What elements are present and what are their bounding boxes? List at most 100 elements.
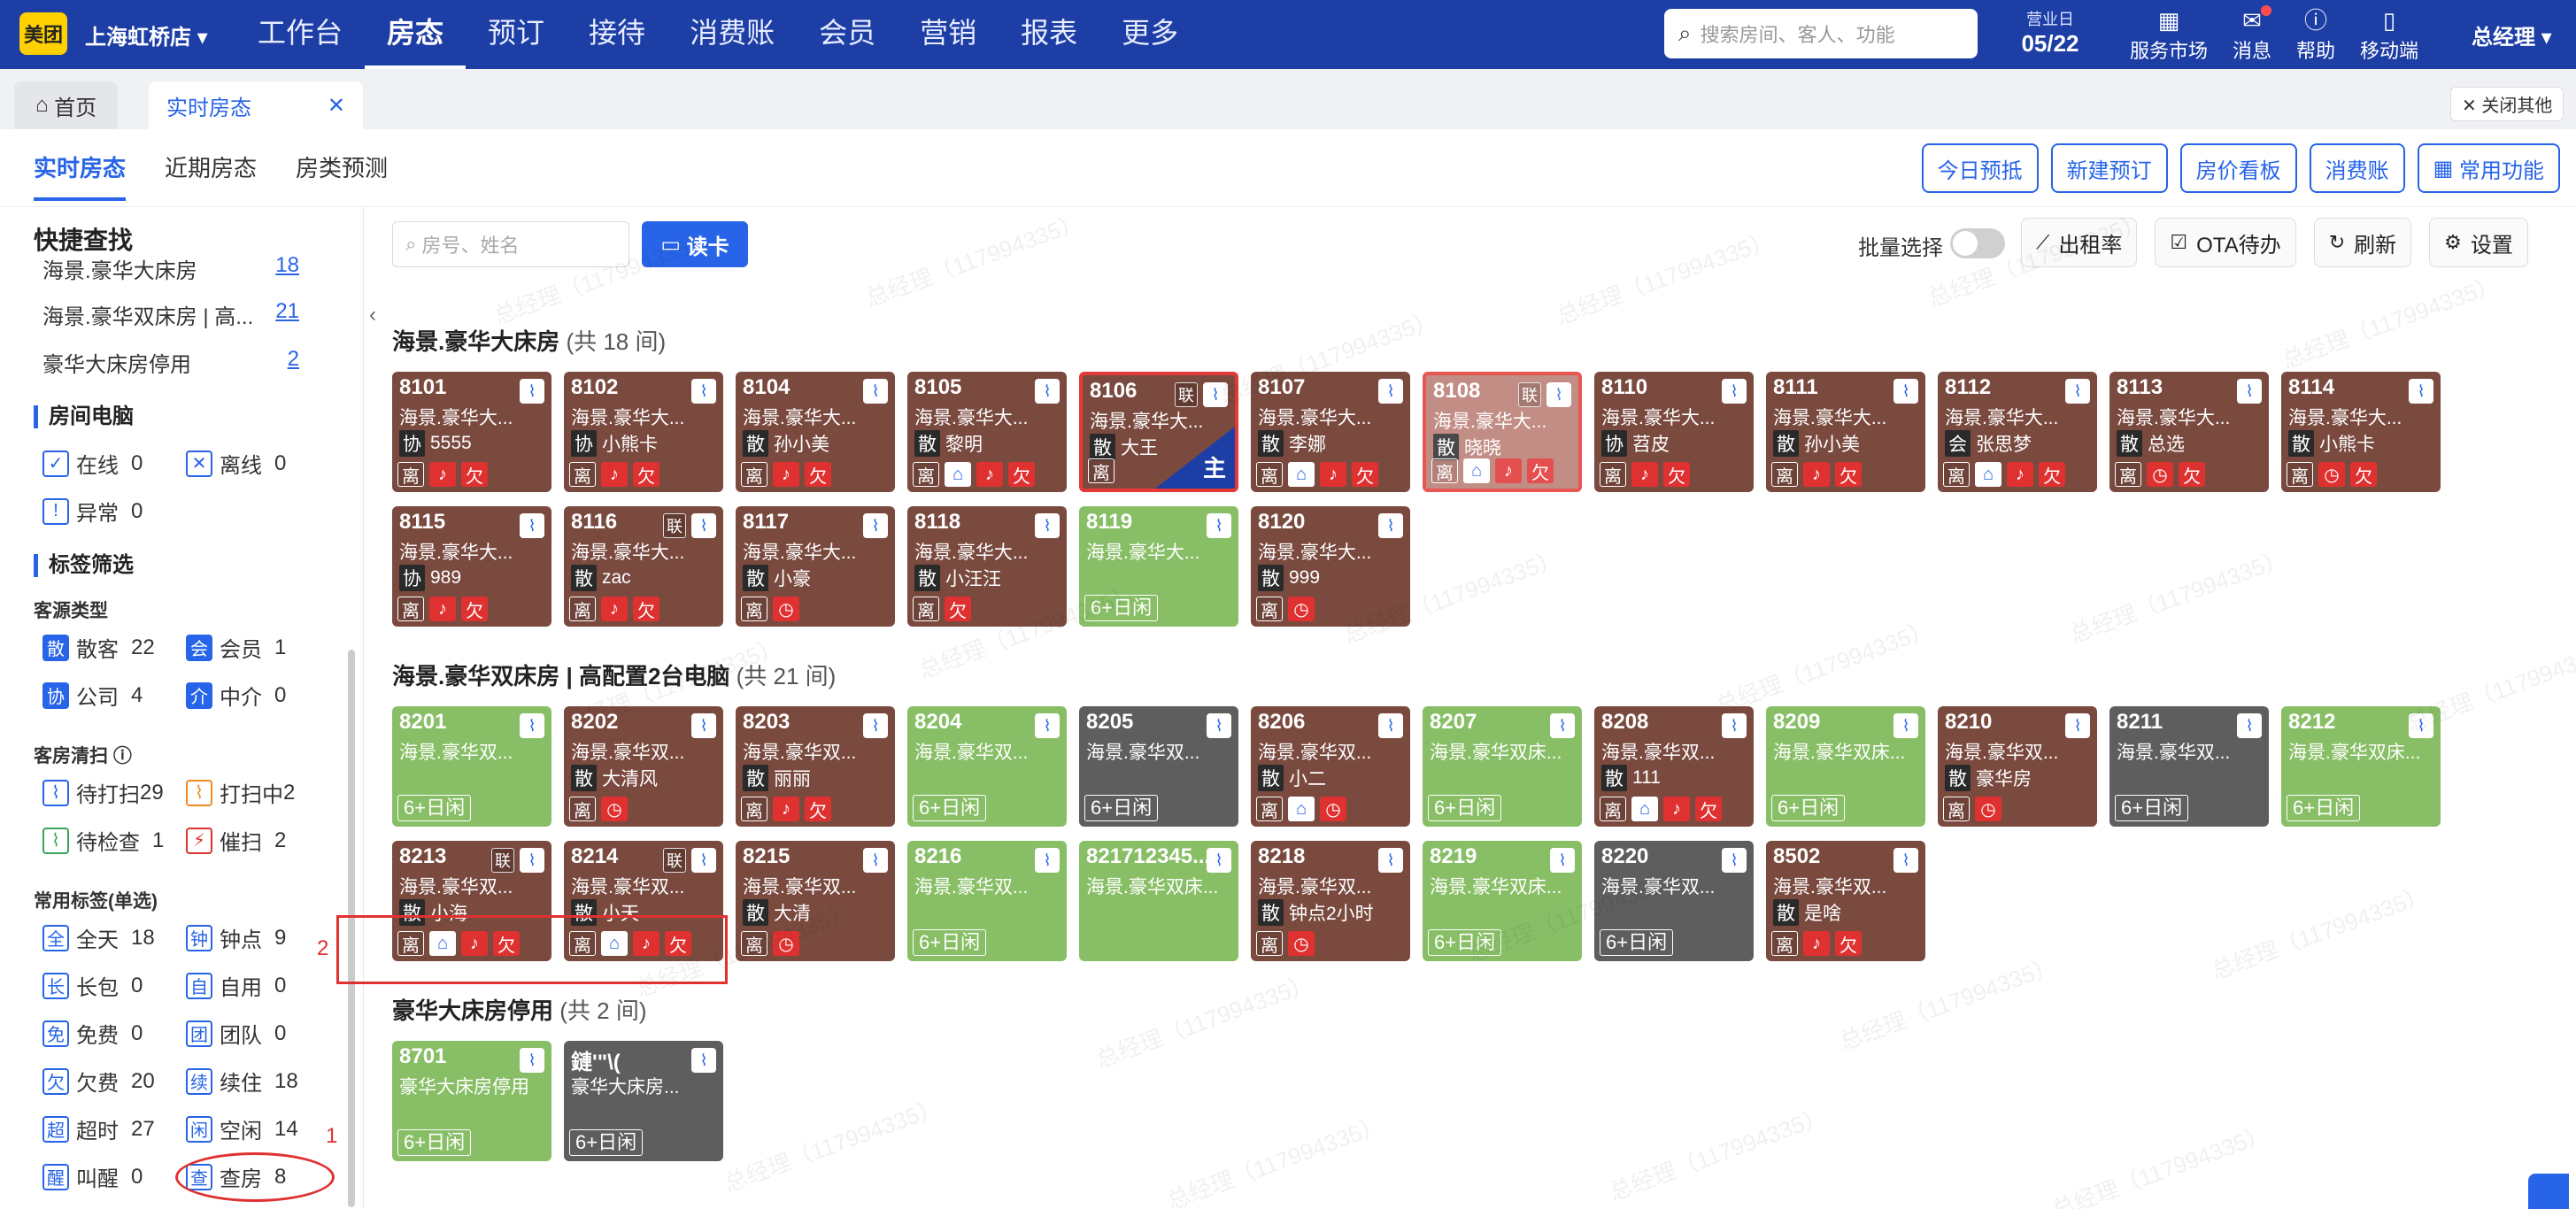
room-card[interactable]: 8216 海景.豪华双... ⌇ 6+日闲 (907, 841, 1067, 961)
nav-room-status[interactable]: 房态 (365, 0, 467, 69)
room-card[interactable]: 8208 海景.豪华双... ⌇ 散 111 离 ⌂ ♪ 欠 (1594, 706, 1754, 827)
quick-item[interactable]: 豪华大床房停用 2 (42, 347, 299, 378)
room-card[interactable]: 8108 海景.豪华大... ⌇ 联散晓晓离 ⌂ ♪ 欠 (1423, 372, 1582, 492)
common-tag[interactable]: 续续住 18 (186, 1066, 298, 1097)
room-card[interactable]: 8101 海景.豪华大... ⌇ 协 5555 离 ♪ 欠 (392, 372, 551, 492)
chat-support-button[interactable] (2528, 1174, 2569, 1209)
room-card[interactable]: 8113 海景.豪华大... ⌇ 散总选离 ◷ 欠 (2109, 372, 2269, 492)
room-card[interactable]: 8107 海景.豪华大... ⌇ 散李娜离 ⌂ ♪ 欠 (1251, 372, 1410, 492)
close-others-button[interactable]: ✕ 关闭其他 (2450, 87, 2564, 121)
user-menu[interactable]: 总经理 ▾ (2472, 19, 2552, 50)
room-card[interactable]: 主 8106 海景.豪华大... ⌇ 联散大王离 (1079, 372, 1238, 492)
common-tag[interactable]: 长长包 0 (42, 970, 143, 1001)
common-tag[interactable]: 团团队 0 (186, 1018, 286, 1049)
pc-abnormal[interactable]: ! 异常 0 (42, 496, 143, 527)
nav-workbench[interactable]: 工作台 (235, 0, 365, 69)
batch-select-toggle[interactable] (1950, 228, 2005, 258)
room-card[interactable]: 8110 海景.豪华大... ⌇ 协苕皮离 ♪ 欠 (1594, 372, 1754, 492)
room-card[interactable]: 8112 海景.豪华大... ⌇ 会张思梦离 ⌂ ♪ 欠 (1938, 372, 2097, 492)
clean-inspect[interactable]: ⌇ 待检查 1 (42, 825, 164, 856)
src-agent[interactable]: 介中介 0 (186, 680, 286, 711)
occupancy-button[interactable]: ⟋ 出租率 (2021, 218, 2138, 267)
nav-reception[interactable]: 接待 (567, 0, 667, 69)
src-walkin[interactable]: 散散客 22 (42, 632, 155, 663)
room-card[interactable]: 8220 海景.豪华双... ⌇ 6+日闲 (1594, 841, 1754, 961)
nav-booking[interactable]: 预订 (466, 0, 567, 69)
nav-marketing[interactable]: 营销 (898, 0, 999, 69)
common-tag[interactable]: 钟钟点 9 (186, 922, 286, 953)
consumption-button[interactable]: 消费账 (2309, 143, 2405, 193)
common-tag[interactable]: 自自用 0 (186, 970, 286, 1001)
common-tag[interactable]: 超超时 27 (42, 1113, 155, 1144)
room-card[interactable]: 8207 海景.豪华双床... ⌇ 6+日闲 (1423, 706, 1582, 827)
room-card[interactable]: 8115 海景.豪华大... ⌇ 协 989 离 ♪ 欠 (392, 506, 551, 627)
pc-online[interactable]: ✓ 在线 0 (42, 448, 143, 479)
settings-button[interactable]: ⚙ 设置 (2429, 218, 2528, 267)
room-card[interactable]: 8209 海景.豪华双床... ⌇ 6+日闲 (1766, 706, 1925, 827)
quick-item[interactable]: 海景.豪华双床房 | 高... 21 (42, 299, 299, 330)
common-tag[interactable]: 全全天 18 (42, 922, 155, 953)
subtab-realtime[interactable]: 实时房态 (34, 150, 127, 201)
room-search-input[interactable]: ⌕ 房号、姓名 (392, 221, 629, 267)
common-tag[interactable]: 醒叫醒 0 (42, 1161, 143, 1192)
room-card[interactable]: 鏈'"\(豪华大床房... ⌇ 6+日闲 (564, 1041, 723, 1161)
nav-consumption[interactable]: 消费账 (667, 0, 797, 69)
mobile-button[interactable]: ▯ 移动端 (2348, 5, 2431, 64)
room-card[interactable]: 8204 海景.豪华双... ⌇ 6+日闲 (907, 706, 1067, 827)
ota-todo-button[interactable]: ☑ OTA待办 (2155, 218, 2296, 267)
room-card[interactable]: 8211 海景.豪华双... ⌇ 6+日闲 (2109, 706, 2269, 827)
room-card[interactable]: 8117 海景.豪华大... ⌇ 散小豪离 ◷ (736, 506, 895, 627)
pc-offline[interactable]: ✕ 离线 0 (186, 448, 286, 479)
subtab-forecast[interactable]: 房类预测 (296, 150, 388, 183)
room-card[interactable]: 8201 海景.豪华双... ⌇ 6+日闲 (392, 706, 551, 827)
store-selector[interactable]: 上海虹桥店 ▾ (85, 19, 208, 50)
src-company[interactable]: 协公司 4 (42, 680, 143, 711)
nav-member[interactable]: 会员 (797, 0, 898, 69)
close-icon[interactable]: ✕ (328, 93, 345, 119)
room-card[interactable]: 8119 海景.豪华大... ⌇ 6+日闲 (1079, 506, 1238, 627)
clean-urge[interactable]: ⚡ 催扫 2 (186, 825, 286, 856)
collapse-sidebar-icon[interactable]: ‹ (369, 303, 376, 327)
clean-pending[interactable]: ⌇ 待打扫 29 (42, 777, 164, 808)
info-icon[interactable]: ⓘ (113, 746, 132, 766)
common-tag[interactable]: 欠欠费 20 (42, 1066, 155, 1097)
room-card[interactable]: 8701 豪华大床房停用 ⌇ 6+日闲 (392, 1041, 551, 1161)
room-card[interactable]: 8202 海景.豪华双... ⌇ 散大清风离 ◷ (564, 706, 723, 827)
room-card[interactable]: 8120 海景.豪华大... ⌇ 散 999 离 ◷ (1251, 506, 1410, 627)
read-card-button[interactable]: ▭ 读卡 (642, 221, 748, 267)
room-card[interactable]: 8218 海景.豪华双... ⌇ 散钟点2小时离 ◷ (1251, 841, 1410, 961)
refresh-button[interactable]: ↻ 刷新 (2313, 218, 2412, 267)
room-card[interactable]: 8502 海景.豪华双... ⌇ 散是啥离 ♪ 欠 (1766, 841, 1925, 961)
nav-report[interactable]: 报表 (999, 0, 1099, 69)
help-button[interactable]: ⓘ 帮助 (2284, 5, 2348, 64)
room-card[interactable]: 8116 海景.豪华大... ⌇ 联散 zac 离 ♪ 欠 (564, 506, 723, 627)
new-booking-button[interactable]: 新建预订 (2050, 143, 2168, 193)
today-arrival-button[interactable]: 今日预抵 (1921, 143, 2039, 193)
message-button[interactable]: ✉ 消息 (2220, 5, 2284, 64)
common-tag[interactable]: 免免费 0 (42, 1018, 143, 1049)
room-card[interactable]: 8215 海景.豪华双... ⌇ 散大清离 ◷ (736, 841, 895, 961)
room-card[interactable]: 821712345... 海景.豪华双床... ⌇ (1079, 841, 1238, 961)
room-card[interactable]: 8102 海景.豪华大... ⌇ 协小熊卡离 ♪ 欠 (564, 372, 723, 492)
service-market-button[interactable]: ▦ 服务市场 (2117, 5, 2220, 64)
room-card[interactable]: 8104 海景.豪华大... ⌇ 散孙小美离 ♪ 欠 (736, 372, 895, 492)
subtab-recent[interactable]: 近期房态 (165, 150, 257, 183)
room-card[interactable]: 8105 海景.豪华大... ⌇ 散黎明离 ⌂ ♪ 欠 (907, 372, 1067, 492)
quick-item[interactable]: 海景.豪华大床房 18 (42, 253, 299, 284)
global-search-input[interactable]: ⌕ 搜索房间、客人、功能 (1664, 9, 1978, 58)
nav-more[interactable]: 更多 (1099, 0, 1200, 69)
room-card[interactable]: 8118 海景.豪华大... ⌇ 散小汪汪离欠 (907, 506, 1067, 627)
src-member[interactable]: 会会员 1 (186, 632, 286, 663)
room-card[interactable]: 8212 海景.豪华双床... ⌇ 6+日闲 (2281, 706, 2441, 827)
common-tag[interactable]: 闲空闲 14 (186, 1113, 298, 1144)
clean-ongoing[interactable]: ⌇ 打扫中 2 (186, 777, 295, 808)
room-card[interactable]: 8205 海景.豪华双... ⌇ 6+日闲 (1079, 706, 1238, 827)
room-card[interactable]: 8114 海景.豪华大... ⌇ 散小熊卡离 ◷ 欠 (2281, 372, 2441, 492)
room-card[interactable]: 8206 海景.豪华双... ⌇ 散小二离 ⌂ ◷ (1251, 706, 1410, 827)
room-card[interactable]: 8111 海景.豪华大... ⌇ 散孙小美离 ♪ 欠 (1766, 372, 1925, 492)
room-card[interactable]: 8203 海景.豪华双... ⌇ 散丽丽离 ♪ 欠 (736, 706, 895, 827)
common-functions-button[interactable]: ▦ 常用功能 (2417, 143, 2560, 193)
room-card[interactable]: 8210 海景.豪华双... ⌇ 散豪华房离 ◷ (1938, 706, 2097, 827)
price-board-button[interactable]: 房价看板 (2179, 143, 2297, 193)
tab-realtime-status[interactable]: 实时房态 ✕ (149, 81, 363, 129)
